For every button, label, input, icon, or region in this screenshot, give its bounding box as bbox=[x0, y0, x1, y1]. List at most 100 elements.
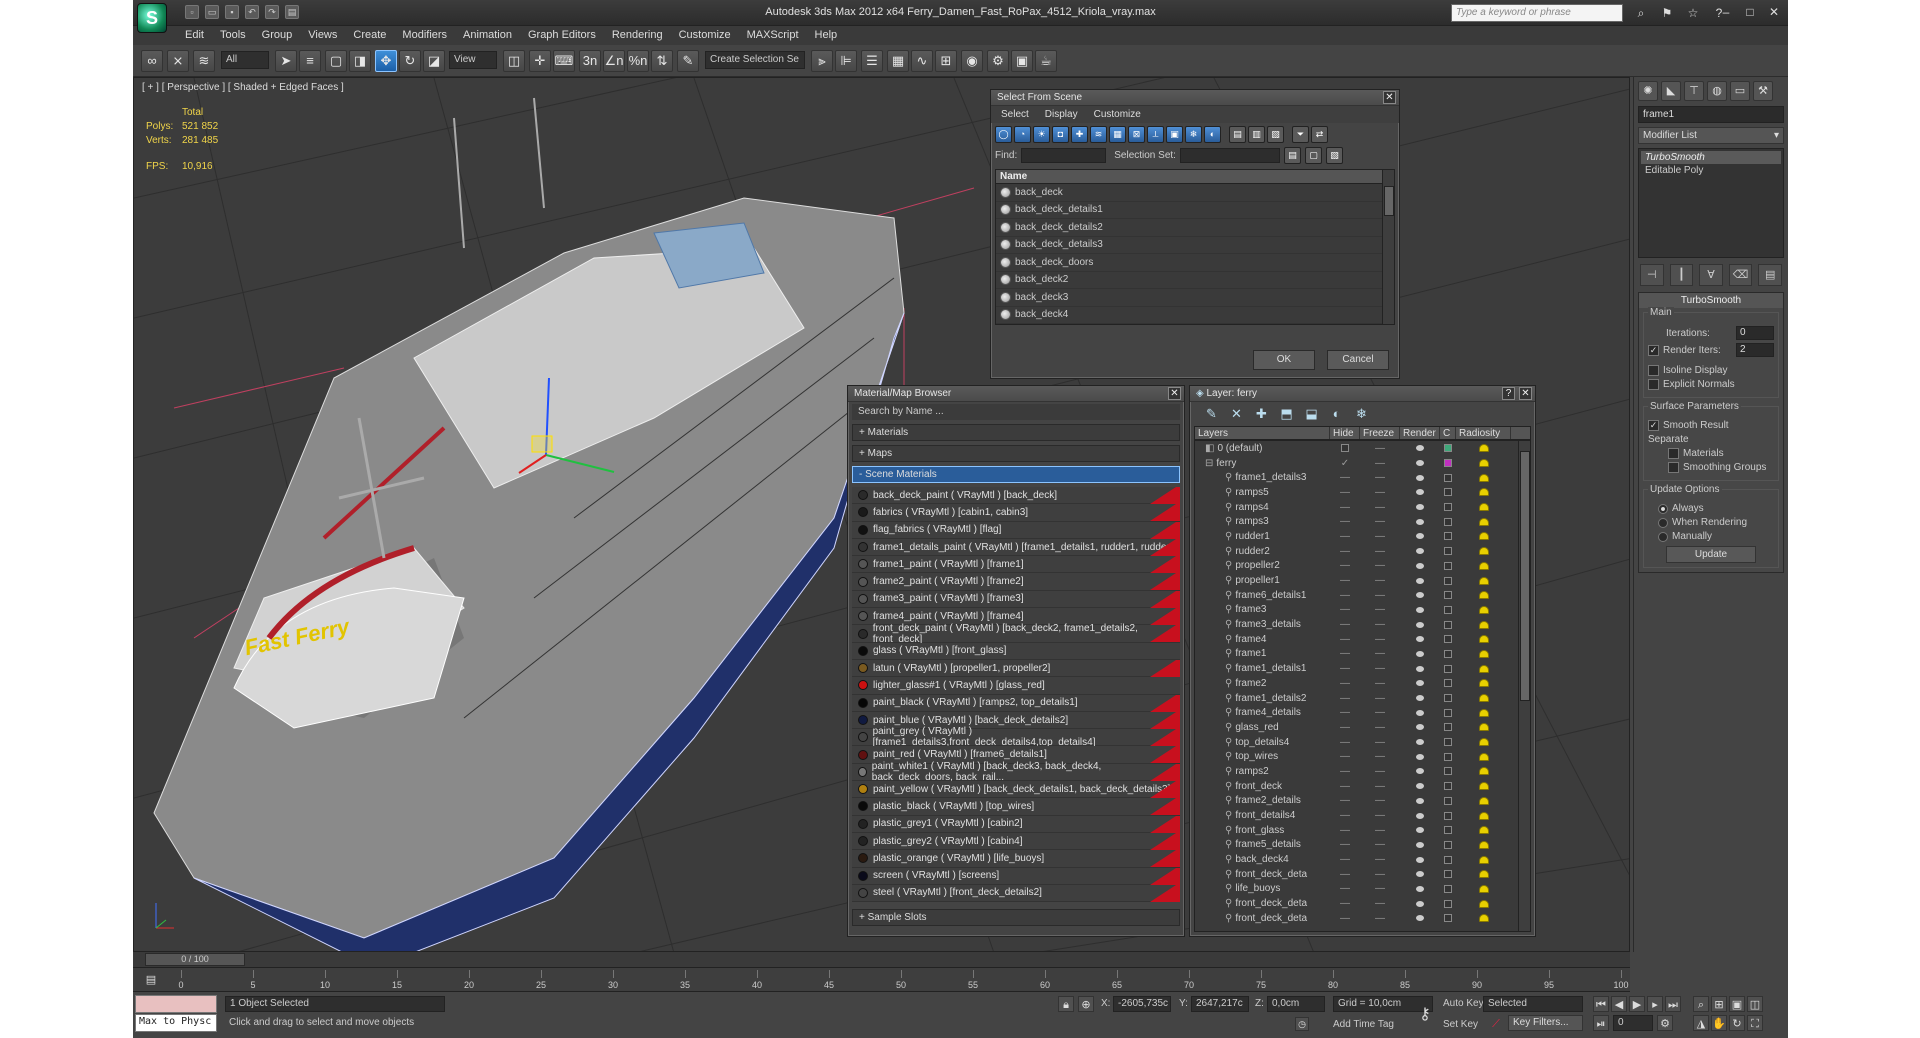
material-browser-titlebar[interactable]: Material/Map Browser ✕ bbox=[848, 386, 1184, 402]
hide-toggle-icon[interactable]: — bbox=[1340, 913, 1350, 924]
spinner-snap-icon[interactable]: ⇅ bbox=[651, 50, 673, 72]
scene-object-row[interactable]: back_railings1 bbox=[996, 324, 1394, 325]
layer-color-swatch[interactable] bbox=[1444, 547, 1452, 556]
layer-row[interactable]: ⚲ frame3_details — — bbox=[1195, 617, 1530, 632]
layer-row[interactable]: ⚲ frame2 — — bbox=[1195, 676, 1530, 691]
hide-toggle-icon[interactable]: — bbox=[1340, 546, 1350, 557]
render-toggle-icon[interactable] bbox=[1416, 900, 1424, 907]
layer-row[interactable]: ⚲ ramps5 — — bbox=[1195, 485, 1530, 500]
menu-views[interactable]: Views bbox=[300, 26, 345, 45]
material-editor-icon[interactable]: ◉ bbox=[961, 50, 983, 72]
layer-row[interactable]: ⚲ front_deck — — bbox=[1195, 779, 1530, 794]
freeze-all-layers-icon[interactable]: ❄ bbox=[1354, 406, 1369, 421]
update-button[interactable]: Update bbox=[1666, 546, 1756, 563]
display-containers-icon[interactable]: ▣ bbox=[1166, 126, 1183, 143]
scene-material-item[interactable]: flag_fabrics ( VRayMtl ) [flag] bbox=[852, 521, 1180, 539]
hide-toggle-icon[interactable]: — bbox=[1340, 751, 1350, 762]
render-toggle-icon[interactable] bbox=[1416, 577, 1424, 584]
materials-section[interactable]: + Materials bbox=[852, 424, 1180, 441]
col-hide[interactable]: Hide bbox=[1330, 427, 1360, 439]
hide-toggle-icon[interactable]: — bbox=[1340, 604, 1350, 615]
render-toggle-icon[interactable] bbox=[1416, 665, 1424, 672]
layer-color-swatch[interactable] bbox=[1444, 591, 1452, 600]
select-none-icon[interactable]: ▢ bbox=[1304, 146, 1322, 164]
freeze-toggle-icon[interactable]: — bbox=[1375, 707, 1385, 718]
hide-toggle-icon[interactable]: — bbox=[1340, 619, 1350, 630]
hide-toggle-icon[interactable]: — bbox=[1340, 531, 1350, 542]
hide-toggle-icon[interactable]: — bbox=[1340, 898, 1350, 909]
radiosity-toggle-icon[interactable] bbox=[1478, 870, 1489, 879]
scene-material-item[interactable]: latun ( VRayMtl ) [propeller1, propeller… bbox=[852, 659, 1180, 678]
scene-material-item[interactable]: steel ( VRayMtl ) [front_deck_details2] bbox=[852, 884, 1180, 903]
freeze-toggle-icon[interactable]: — bbox=[1375, 693, 1385, 704]
help-icon[interactable]: ? bbox=[1502, 387, 1515, 400]
layer-row[interactable]: ⚲ top_wires — — bbox=[1195, 749, 1530, 764]
isoline-display-checkbox[interactable] bbox=[1648, 365, 1659, 376]
layer-row[interactable]: ⚲ frame1_details3 — — bbox=[1195, 470, 1530, 485]
angle-snap-icon[interactable]: ∠n bbox=[603, 50, 625, 72]
hide-toggle-icon[interactable]: — bbox=[1340, 502, 1350, 513]
display-helpers-icon[interactable]: ✚ bbox=[1071, 126, 1088, 143]
go-to-end-icon[interactable]: ⏭ bbox=[1665, 996, 1681, 1012]
hide-toggle-icon[interactable]: — bbox=[1340, 795, 1350, 806]
selection-set-dropdown[interactable] bbox=[1179, 147, 1280, 163]
menu-modifiers[interactable]: Modifiers bbox=[394, 26, 455, 45]
render-toggle-icon[interactable] bbox=[1416, 445, 1424, 452]
layer-color-swatch[interactable] bbox=[1444, 914, 1452, 923]
layer-list-scrollbar[interactable] bbox=[1518, 441, 1530, 931]
freeze-toggle-icon[interactable]: — bbox=[1375, 516, 1385, 527]
x-coord-field[interactable]: -2605,735c bbox=[1113, 996, 1171, 1012]
freeze-toggle-icon[interactable]: — bbox=[1375, 648, 1385, 659]
render-toggle-icon[interactable] bbox=[1416, 856, 1424, 863]
pivot-center-icon[interactable]: ◫ bbox=[503, 50, 525, 72]
layer-row[interactable]: ⚲ frame1_details2 — — bbox=[1195, 691, 1530, 706]
layer-row[interactable]: ⚲ top_details4 — — bbox=[1195, 735, 1530, 750]
radiosity-toggle-icon[interactable] bbox=[1478, 811, 1489, 820]
hide-toggle-icon[interactable]: — bbox=[1340, 869, 1350, 880]
scene-material-item[interactable]: back_deck_paint ( VRayMtl ) [back_deck] bbox=[852, 487, 1180, 505]
scene-material-item[interactable]: paint_white1 ( VRayMtl ) [back_deck3, ba… bbox=[852, 761, 1180, 783]
freeze-toggle-icon[interactable]: — bbox=[1375, 810, 1385, 821]
edit-named-selection-icon[interactable]: ✎ bbox=[677, 50, 699, 72]
stack-item-turbosmooth[interactable]: TurboSmooth bbox=[1641, 151, 1781, 164]
layer-row[interactable]: ⚲ ramps4 — — bbox=[1195, 500, 1530, 515]
maps-section[interactable]: + Maps bbox=[852, 445, 1180, 462]
freeze-toggle-icon[interactable]: — bbox=[1375, 443, 1385, 454]
radiosity-toggle-icon[interactable] bbox=[1478, 884, 1489, 893]
col-render[interactable]: Render bbox=[1400, 427, 1440, 439]
layer-color-swatch[interactable] bbox=[1444, 826, 1452, 835]
scene-material-item[interactable]: plastic_grey1 ( VRayMtl ) [cabin2] bbox=[852, 815, 1180, 833]
radiosity-toggle-icon[interactable] bbox=[1478, 826, 1489, 835]
layer-color-swatch[interactable] bbox=[1444, 488, 1452, 497]
maxscript-mini-listener[interactable]: Max to Physc bbox=[135, 1014, 217, 1032]
when-rendering-radio[interactable] bbox=[1658, 517, 1668, 528]
mini-curve-editor-icon[interactable]: ▤ bbox=[143, 972, 159, 988]
mirror-icon[interactable]: ⫸ bbox=[811, 50, 833, 72]
freeze-toggle-icon[interactable]: — bbox=[1375, 781, 1385, 792]
layer-row[interactable]: ⚲ rudder2 — — bbox=[1195, 544, 1530, 559]
scene-material-item[interactable]: fabrics ( VRayMtl ) [cabin1, cabin3] bbox=[852, 504, 1180, 522]
materials-checkbox[interactable] bbox=[1668, 448, 1679, 459]
scene-material-item[interactable]: glass ( VRayMtl ) [front_glass] bbox=[852, 642, 1180, 660]
percent-snap-icon[interactable]: %n bbox=[627, 50, 649, 72]
explicit-normals-checkbox[interactable] bbox=[1648, 379, 1659, 390]
layer-color-swatch[interactable] bbox=[1444, 694, 1452, 703]
y-coord-field[interactable]: 2647,217c bbox=[1191, 996, 1249, 1012]
radiosity-toggle-icon[interactable] bbox=[1478, 547, 1489, 556]
select-manipulate-icon[interactable]: ✛ bbox=[529, 50, 551, 72]
auto-key-button[interactable]: Auto Key bbox=[1443, 998, 1484, 1009]
add-to-layer-icon[interactable]: ✚ bbox=[1254, 406, 1269, 421]
zoom-extents-icon[interactable]: ▣ bbox=[1729, 996, 1745, 1012]
layer-row[interactable]: ⚲ front_glass — — bbox=[1195, 823, 1530, 838]
layer-manager-titlebar[interactable]: ◈ Layer: ferry ? ✕ bbox=[1190, 386, 1535, 402]
close-icon[interactable]: ✕ bbox=[1764, 3, 1784, 21]
scene-material-item[interactable]: paint_grey ( VRayMtl ) [frame1_details3,… bbox=[852, 726, 1180, 748]
radiosity-toggle-icon[interactable] bbox=[1478, 561, 1489, 570]
menu-graph-editors[interactable]: Graph Editors bbox=[520, 26, 604, 45]
layer-color-swatch[interactable] bbox=[1444, 561, 1452, 570]
freeze-toggle-icon[interactable]: — bbox=[1375, 751, 1385, 762]
hide-toggle-icon[interactable]: — bbox=[1340, 693, 1350, 704]
maxscript-listener-output[interactable] bbox=[135, 995, 217, 1013]
find-input[interactable] bbox=[1021, 147, 1107, 163]
layer-color-swatch[interactable] bbox=[1444, 899, 1452, 908]
